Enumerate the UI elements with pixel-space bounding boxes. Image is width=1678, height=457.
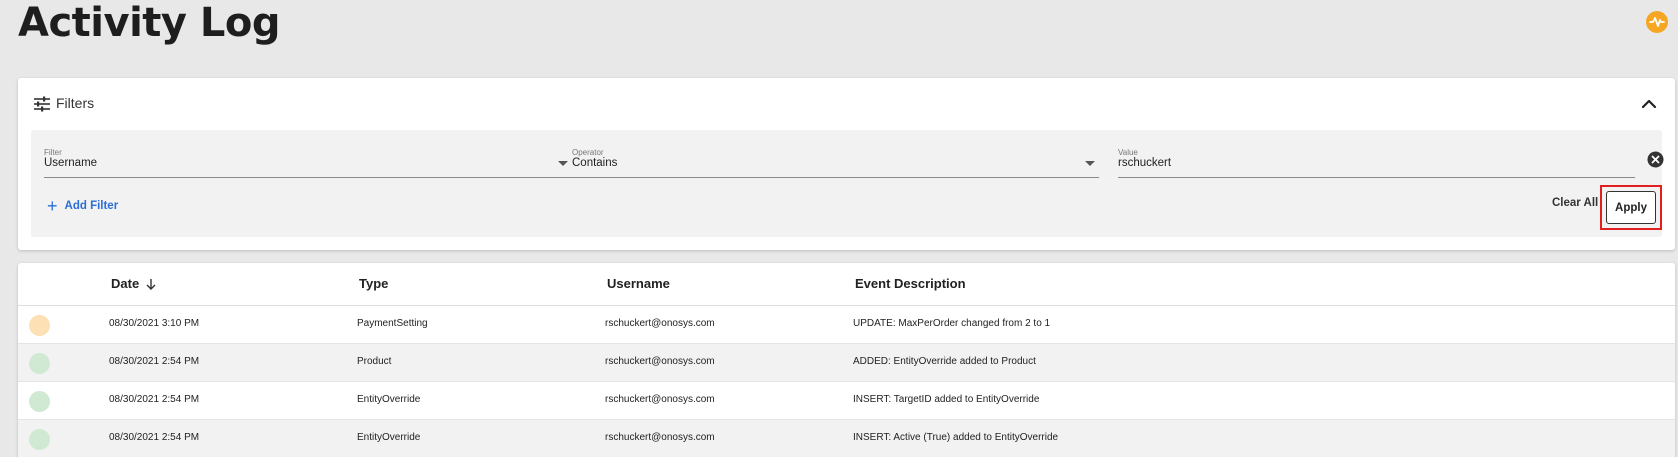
cell-description: INSERT: Active (True) added to EntityOve… (853, 432, 1059, 443)
filter-field-value: Username (44, 157, 98, 169)
column-header-date[interactable]: Date (111, 276, 157, 291)
cell-type: PaymentSetting (357, 318, 428, 329)
add-filter-label: Add Filter (64, 200, 119, 212)
plus-icon: + (47, 196, 58, 216)
cell-type: EntityOverride (357, 394, 421, 405)
cell-date: 08/30/2021 2:54 PM (109, 432, 200, 443)
cell-date: 08/30/2021 2:54 PM (109, 356, 200, 367)
table-row[interactable]: 08/30/2021 2:54 PM EntityOverride rschuc… (18, 382, 1675, 420)
cell-username: rschuckert@onosys.com (605, 432, 715, 443)
add-filter-button[interactable]: + Add Filter (47, 196, 118, 216)
table-row[interactable]: 08/30/2021 2:54 PM EntityOverride rschuc… (18, 420, 1675, 457)
table-row[interactable]: 08/30/2021 2:54 PM Product rschuckert@on… (18, 344, 1675, 382)
status-dot (29, 353, 50, 374)
table-header: Date Type Username Event Description (18, 263, 1675, 306)
operator-value: Contains (572, 157, 618, 169)
filters-title: Filters (56, 95, 95, 111)
cell-description: ADDED: EntityOverride added to Product (853, 356, 1036, 367)
cell-date: 08/30/2021 3:10 PM (109, 318, 200, 329)
filter-row-container: Filter Username Operator Contains Value … (31, 130, 1664, 237)
cell-description: UPDATE: MaxPerOrder changed from 2 to 1 (853, 318, 1051, 329)
filter-field-select[interactable]: Filter Username (44, 148, 572, 178)
value-input[interactable]: Value rschuckert (1118, 148, 1635, 178)
dropdown-caret-icon (1085, 161, 1095, 166)
cell-type: EntityOverride (357, 432, 421, 443)
tune-sliders-icon (34, 96, 50, 112)
filters-panel: Filters Filter Username Operator Contain… (18, 78, 1675, 250)
column-header-type[interactable]: Type (359, 276, 388, 291)
column-header-username[interactable]: Username (607, 276, 670, 291)
arrow-down-icon (146, 278, 156, 290)
status-dot (29, 429, 50, 450)
cell-username: rschuckert@onosys.com (605, 356, 715, 367)
status-dot (29, 391, 50, 412)
value-text: rschuckert (1118, 157, 1172, 169)
activity-pulse-icon[interactable] (1646, 11, 1668, 33)
table-row[interactable]: 08/30/2021 3:10 PM PaymentSetting rschuc… (18, 306, 1675, 344)
status-dot (29, 315, 50, 336)
cell-username: rschuckert@onosys.com (605, 318, 715, 329)
page-title: Activity Log (18, 0, 281, 46)
operator-select[interactable]: Operator Contains (572, 148, 1099, 178)
value-label: Value (1118, 148, 1138, 157)
dropdown-caret-icon (558, 161, 568, 166)
filters-header[interactable]: Filters (18, 78, 1675, 130)
activity-table: Date Type Username Event Description 08/… (18, 263, 1675, 457)
operator-label: Operator (572, 148, 604, 157)
cell-username: rschuckert@onosys.com (605, 394, 715, 405)
clear-all-button[interactable]: Clear All (1552, 197, 1598, 209)
cell-type: Product (357, 356, 392, 367)
cell-description: INSERT: TargetID added to EntityOverride (853, 394, 1040, 405)
column-header-event-description[interactable]: Event Description (855, 276, 966, 291)
filter-field-label: Filter (44, 148, 62, 157)
apply-button[interactable]: Apply (1606, 191, 1656, 224)
remove-filter-close-icon[interactable] (1647, 151, 1664, 168)
cell-date: 08/30/2021 2:54 PM (109, 394, 200, 405)
chevron-up-icon[interactable] (1639, 94, 1659, 114)
